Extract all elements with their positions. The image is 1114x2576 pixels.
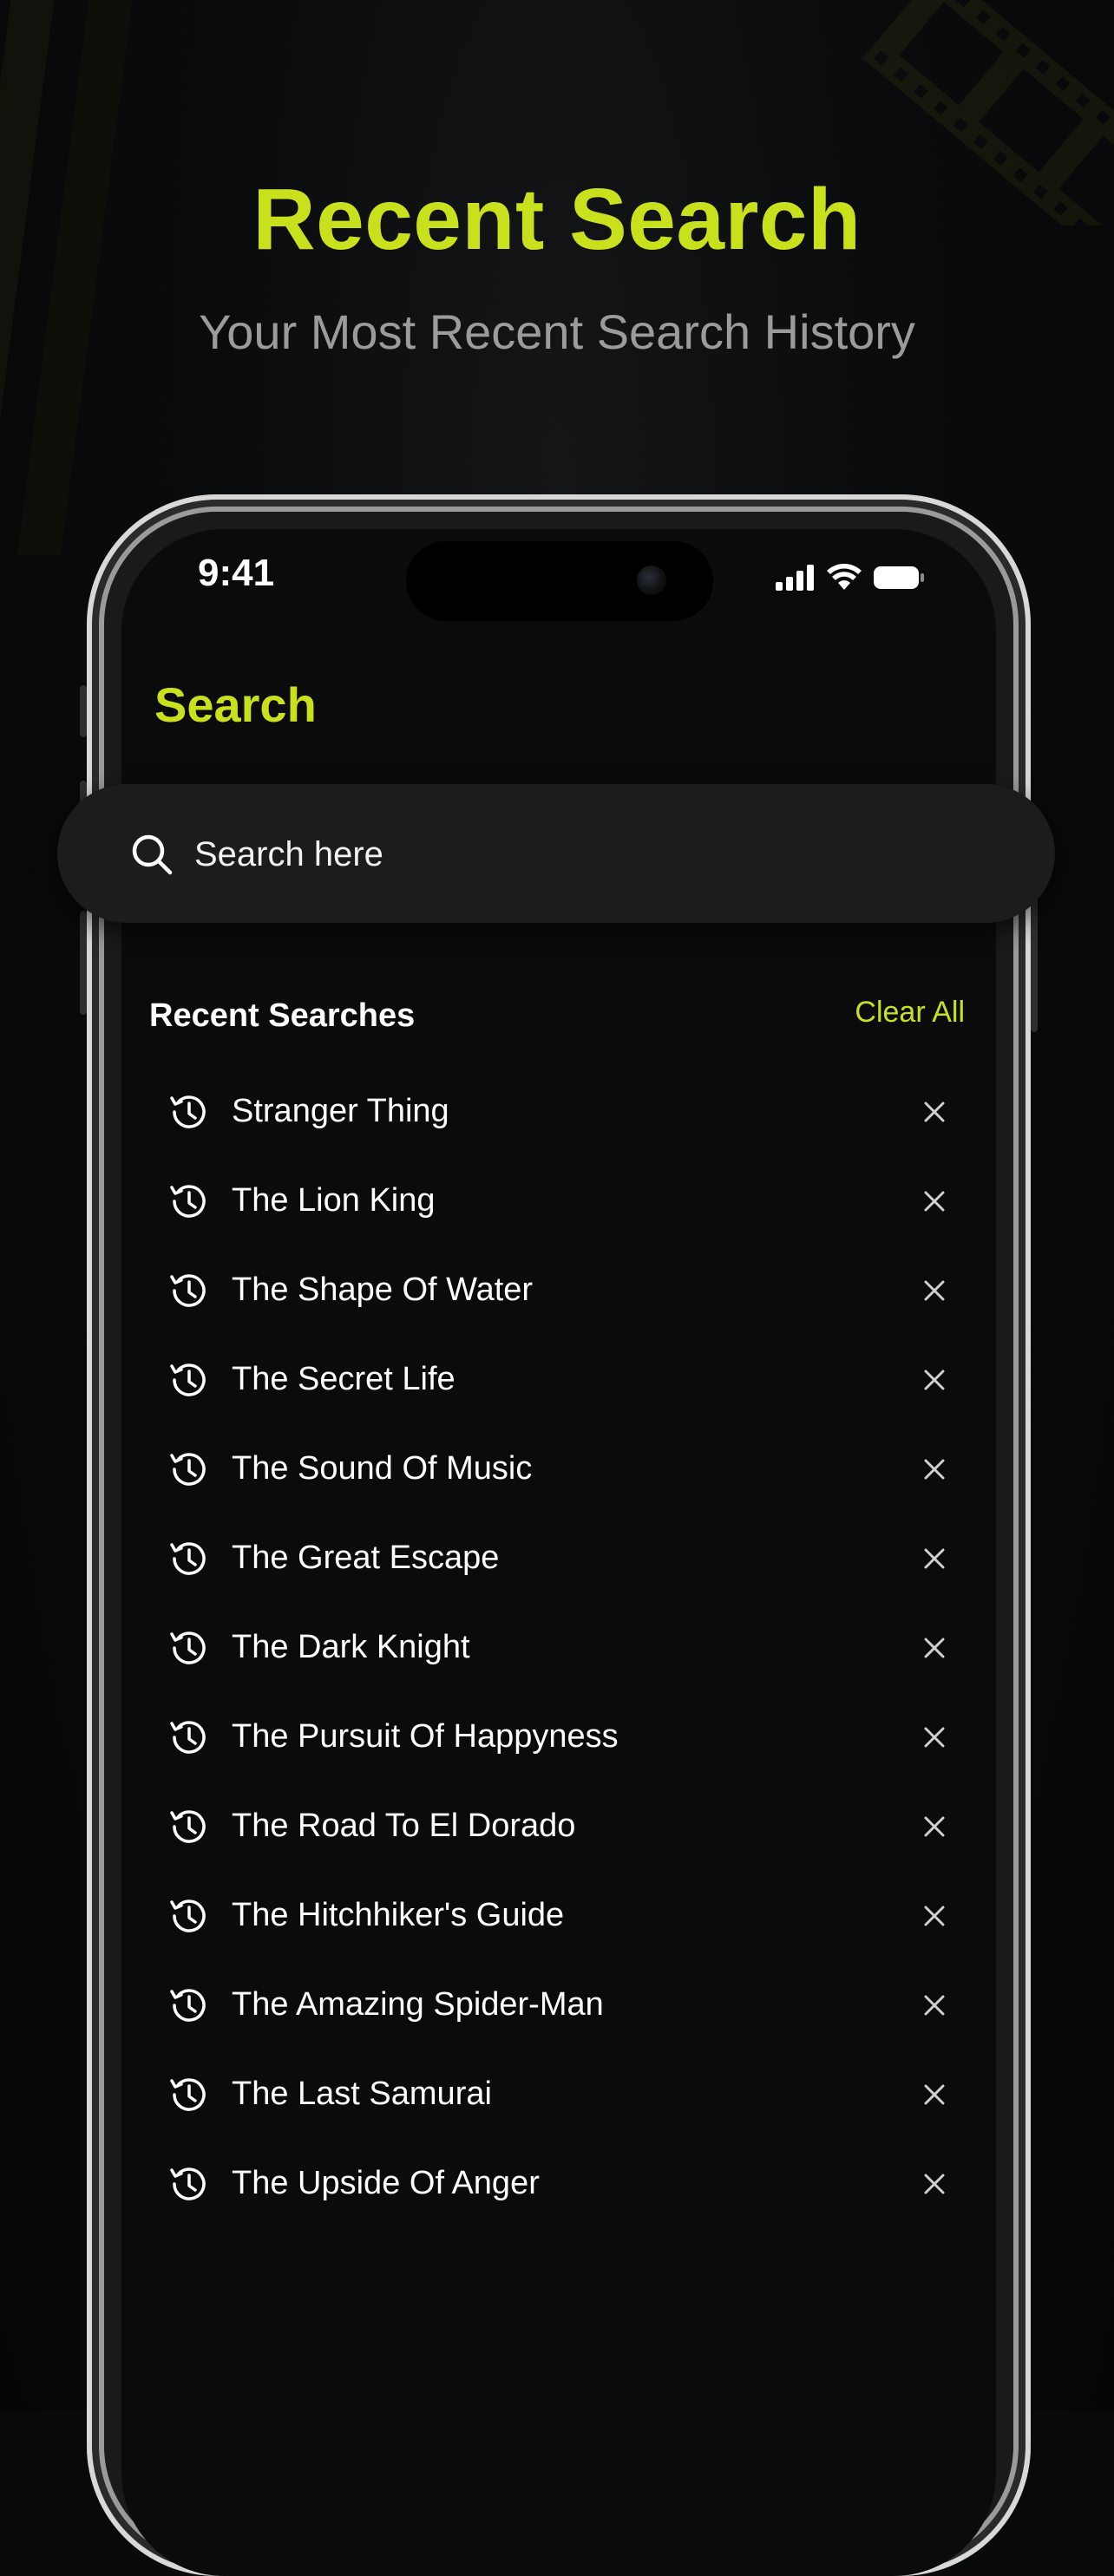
history-icon — [170, 1363, 206, 1396]
history-icon — [170, 1184, 206, 1218]
history-icon — [170, 1988, 206, 2022]
dynamic-island — [406, 541, 713, 621]
history-icon — [170, 1899, 206, 1932]
recent-search-item[interactable]: The Shape Of Water — [149, 1246, 965, 1335]
status-time: 9:41 — [198, 552, 275, 594]
history-icon — [170, 1809, 206, 1843]
page-title: Search — [154, 677, 317, 732]
recent-search-label: The Shape Of Water — [232, 1272, 534, 1308]
hero-title: Recent Search — [252, 171, 862, 268]
recent-searches-heading: Recent Searches — [149, 997, 416, 1034]
search-icon — [132, 834, 173, 875]
recent-search-item[interactable]: The Amazing Spider-Man — [149, 1960, 965, 2050]
recent-search-item[interactable]: The Road To El Dorado — [149, 1782, 965, 1871]
recent-search-label: The Secret Life — [232, 1361, 455, 1397]
recent-search-label: The Hitchhiker's Guide — [232, 1897, 565, 1933]
close-icon[interactable] — [921, 1903, 947, 1929]
recent-search-label: The Upside Of Anger — [232, 2165, 540, 2201]
history-icon — [170, 1273, 206, 1307]
wifi-icon — [827, 564, 862, 590]
history-icon — [170, 1631, 206, 1664]
history-icon — [170, 2167, 206, 2200]
phone-action-button — [80, 685, 87, 737]
close-icon[interactable] — [921, 1814, 947, 1840]
recent-search-item[interactable]: The Lion King — [149, 1156, 965, 1246]
recent-search-label: The Pursuit Of Happyness — [232, 1718, 619, 1755]
recent-search-label: The Great Escape — [232, 1540, 500, 1576]
recent-search-item[interactable]: The Secret Life — [149, 1335, 965, 1424]
history-icon — [170, 1720, 206, 1754]
recent-search-item[interactable]: Stranger Thing — [149, 1067, 965, 1156]
close-icon[interactable] — [921, 2171, 947, 2197]
recent-search-label: The Last Samurai — [232, 2076, 492, 2112]
recent-searches-list: Stranger Thing The Lion King The Shape O… — [149, 1067, 965, 2228]
history-icon — [170, 1095, 206, 1128]
close-icon[interactable] — [921, 1635, 947, 1661]
recent-search-label: The Lion King — [232, 1182, 436, 1219]
close-icon[interactable] — [921, 1724, 947, 1750]
background-stripes-decoration — [0, 0, 133, 555]
close-icon[interactable] — [921, 1992, 947, 2018]
battery-icon — [874, 566, 924, 589]
close-icon[interactable] — [921, 1099, 947, 1125]
close-icon[interactable] — [921, 1278, 947, 1304]
close-icon[interactable] — [921, 1456, 947, 1482]
close-icon[interactable] — [921, 1367, 947, 1393]
history-icon — [170, 1541, 206, 1575]
recent-search-item[interactable]: The Pursuit Of Happyness — [149, 1692, 965, 1782]
recent-search-label: The Dark Knight — [232, 1629, 470, 1665]
signal-icon — [776, 565, 814, 591]
recent-search-label: The Road To El Dorado — [232, 1808, 576, 1844]
status-icons — [776, 562, 925, 593]
close-icon[interactable] — [921, 2082, 947, 2108]
recent-search-item[interactable]: The Upside Of Anger — [149, 2139, 965, 2228]
recent-search-label: The Sound Of Music — [232, 1450, 533, 1487]
recent-search-item[interactable]: The Sound Of Music — [149, 1424, 965, 1514]
clear-all-button[interactable]: Clear All — [855, 996, 965, 1030]
recent-search-item[interactable]: The Last Samurai — [149, 2050, 965, 2139]
close-icon[interactable] — [921, 1546, 947, 1572]
recent-search-label: Stranger Thing — [232, 1093, 449, 1129]
search-input[interactable] — [193, 819, 977, 890]
phone-volume-down-button — [80, 911, 87, 1015]
history-icon — [170, 1452, 206, 1486]
recent-search-label: The Amazing Spider-Man — [232, 1986, 604, 2023]
recent-search-item[interactable]: The Hitchhiker's Guide — [149, 1871, 965, 1960]
camera-icon — [637, 566, 666, 595]
close-icon[interactable] — [921, 1188, 947, 1214]
recent-search-item[interactable]: The Dark Knight — [149, 1603, 965, 1692]
recent-search-item[interactable]: The Great Escape — [149, 1514, 965, 1603]
search-bar[interactable] — [57, 784, 1055, 923]
hero-subtitle: Your Most Recent Search History — [199, 304, 915, 359]
history-icon — [170, 2077, 206, 2111]
